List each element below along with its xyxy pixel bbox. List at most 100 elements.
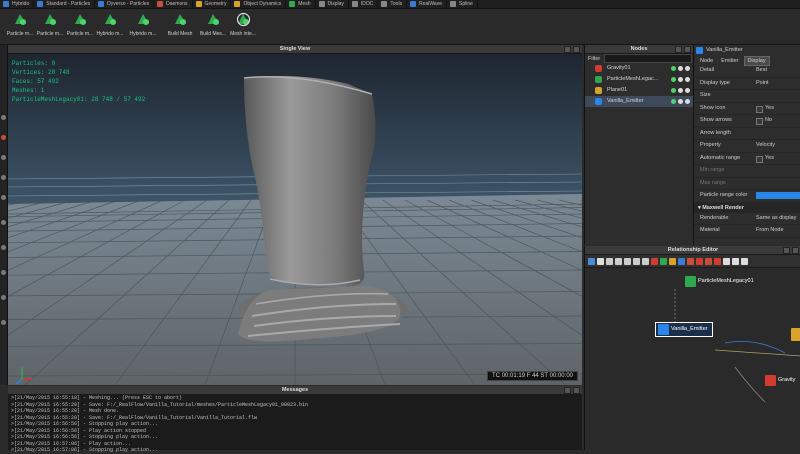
tool-button[interactable]: Particle m...	[65, 9, 95, 44]
property-checkbox[interactable]	[756, 118, 763, 125]
tab-daemons[interactable]: Daemons	[154, 0, 193, 8]
float-button[interactable]	[564, 387, 571, 394]
rel-tool-icon[interactable]	[732, 257, 739, 265]
tool-icon[interactable]	[1, 295, 6, 300]
simulate-toggle[interactable]	[671, 66, 676, 71]
rel-tool-icon[interactable]	[588, 257, 595, 265]
tool-button[interactable]: Hybrido m...	[128, 9, 158, 44]
color-swatch[interactable]	[756, 192, 800, 199]
float-button[interactable]	[783, 247, 790, 254]
tool-button[interactable]: Build Mes...	[198, 9, 228, 44]
rel-tool-icon[interactable]	[660, 257, 667, 265]
maxwell-section[interactable]: ▾ Maxwell Render	[694, 202, 800, 213]
rel-tool-icon[interactable]	[669, 257, 676, 265]
close-button[interactable]	[573, 46, 580, 53]
node-row[interactable]: Gravity01	[585, 63, 693, 74]
rel-tool-icon[interactable]	[624, 257, 631, 265]
rel-tool-icon[interactable]	[606, 257, 613, 265]
float-button[interactable]	[564, 46, 571, 53]
filter-input[interactable]	[604, 54, 693, 63]
simulate-toggle[interactable]	[671, 99, 676, 104]
tab-object-dynamics[interactable]: Object Dynamics	[231, 0, 287, 8]
property-row[interactable]: Renderable Same as display	[694, 213, 800, 225]
node-row[interactable]: ParticleMeshLegac...	[585, 74, 693, 85]
rel-node-plane[interactable]	[791, 328, 800, 341]
visible-toggle[interactable]	[678, 77, 683, 82]
visible-toggle[interactable]	[678, 66, 683, 71]
close-button[interactable]	[792, 247, 799, 254]
rel-tool-icon[interactable]	[696, 257, 703, 265]
close-button[interactable]	[573, 387, 580, 394]
property-row[interactable]: Min range	[694, 165, 800, 178]
tool-icon[interactable]	[1, 135, 6, 140]
float-button[interactable]	[675, 46, 682, 53]
export-toggle[interactable]	[685, 66, 690, 71]
rel-tool-icon[interactable]	[615, 257, 622, 265]
property-row[interactable]: Particle range color	[694, 190, 800, 203]
tab-display[interactable]: Display	[316, 0, 349, 8]
rel-tool-icon[interactable]	[741, 257, 748, 265]
props-tab[interactable]: Display	[743, 55, 770, 66]
property-row[interactable]: Detail Best	[694, 65, 800, 78]
rel-tool-icon[interactable]	[597, 257, 604, 265]
viewport-canvas[interactable]: Particles: 0 Vertices: 28 748 Faces: 57 49…	[8, 54, 582, 385]
tool-icon[interactable]	[1, 220, 6, 225]
property-row[interactable]: Material From Node	[694, 225, 800, 238]
tool-button[interactable]: Particle m...	[5, 9, 35, 44]
tool-icon[interactable]	[1, 155, 6, 160]
close-button[interactable]	[684, 46, 691, 53]
tab-geometry[interactable]: Geometry	[193, 0, 232, 8]
rel-tool-icon[interactable]	[714, 257, 721, 265]
tab-mesh[interactable]: Mesh	[286, 0, 316, 8]
property-row[interactable]: Display type Point	[694, 78, 800, 90]
rel-node[interactable]: ParticleMeshLegacy01	[683, 275, 758, 288]
property-row[interactable]: Show arrows No	[694, 115, 800, 128]
tab-tools[interactable]: Tools	[378, 0, 408, 8]
rel-tool-icon[interactable]	[705, 257, 712, 265]
property-checkbox[interactable]	[756, 105, 763, 113]
property-row[interactable]: Max range	[694, 178, 800, 190]
rel-tool-icon[interactable]	[723, 257, 730, 265]
visible-toggle[interactable]	[678, 99, 683, 104]
tool-icon[interactable]	[1, 245, 6, 250]
tool-button[interactable]: Build Mesh	[165, 9, 195, 44]
rel-tool-icon[interactable]	[651, 257, 658, 265]
messages-list[interactable]: >[21/May/2015 16:55:18] - Meshing... (Pr…	[8, 395, 582, 454]
tool-icon[interactable]	[1, 270, 6, 275]
export-toggle[interactable]	[685, 77, 690, 82]
tool-button[interactable]: Mesh inte...	[228, 9, 258, 44]
rel-tool-icon[interactable]	[678, 257, 685, 265]
property-row[interactable]: Arrow length	[694, 128, 800, 140]
tab-hybrido[interactable]: Hybrido	[0, 0, 35, 8]
property-row[interactable]: Property Velocity	[694, 140, 800, 153]
tool-button[interactable]: Hybrido m...	[95, 9, 125, 44]
simulate-toggle[interactable]	[671, 77, 676, 82]
visible-toggle[interactable]	[678, 88, 683, 93]
property-row[interactable]: Automatic range Yes	[694, 153, 800, 165]
rel-tool-icon[interactable]	[642, 257, 649, 265]
rel-tool-icon[interactable]	[633, 257, 640, 265]
rel-node[interactable]: Vanilla_Emitter	[655, 322, 713, 337]
node-row[interactable]: Plane01	[585, 85, 693, 96]
rel-tool-icon[interactable]	[687, 257, 694, 265]
tab-realwave[interactable]: RealWave	[407, 0, 447, 8]
tool-icon[interactable]	[1, 195, 6, 200]
tab-spline[interactable]: Spline	[447, 0, 478, 8]
simulate-toggle[interactable]	[671, 88, 676, 93]
tab-dyverso-particles[interactable]: Dyverso - Particles	[95, 0, 155, 8]
property-checkbox[interactable]	[756, 155, 763, 163]
tool-button[interactable]: Particle m...	[35, 9, 65, 44]
tab-idoc[interactable]: IDOC	[349, 0, 379, 8]
tool-icon[interactable]	[1, 320, 6, 325]
property-row[interactable]: Size	[694, 90, 800, 103]
tool-icon[interactable]	[1, 115, 6, 120]
tool-icon[interactable]	[1, 175, 6, 180]
export-toggle[interactable]	[685, 99, 690, 104]
property-row[interactable]: Show icon Yes	[694, 103, 800, 115]
export-toggle[interactable]	[685, 88, 690, 93]
node-row[interactable]: Vanilla_Emitter	[585, 96, 693, 107]
props-tab[interactable]: Emitter	[718, 57, 741, 65]
rel-node[interactable]: Gravity	[763, 374, 799, 387]
props-tab[interactable]: Node	[697, 57, 716, 65]
tab-standard-particles[interactable]: Standard - Particles	[34, 0, 96, 8]
